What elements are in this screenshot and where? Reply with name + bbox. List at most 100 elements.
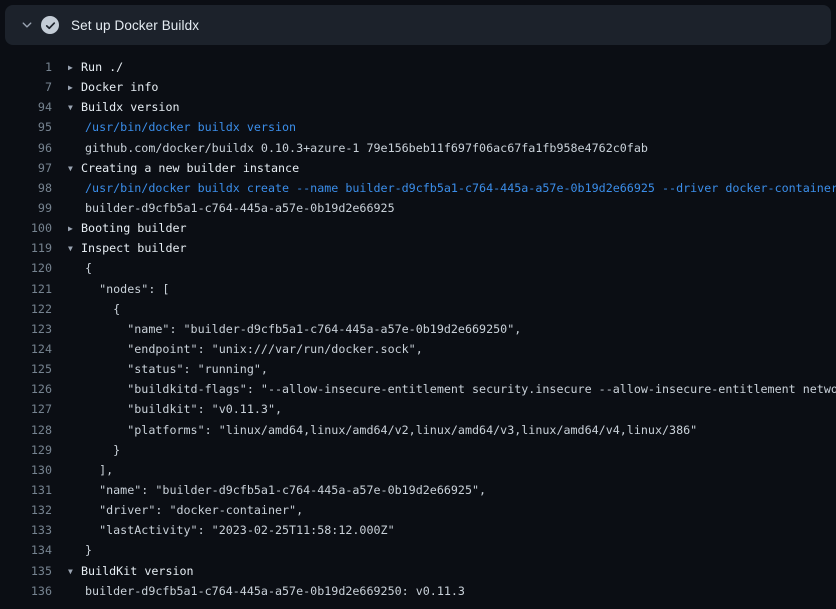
step-title: Set up Docker Buildx	[71, 18, 199, 33]
log-line-text: {	[68, 258, 92, 278]
log-line-text: }	[68, 540, 92, 560]
log-line: 126 "buildkitd-flags": "--allow-insecure…	[0, 379, 836, 399]
log-line-text: "platforms": "linux/amd64,linux/amd64/v2…	[68, 420, 697, 440]
log-line: 1 ▶Run ./	[0, 57, 836, 77]
log-line: 99 builder-d9cfb5a1-c764-445a-a57e-0b19d…	[0, 198, 836, 218]
log-line: 7 ▶Docker info	[0, 77, 836, 97]
log-line: 121 "nodes": [	[0, 279, 836, 299]
log-line: 135 ▼BuildKit version	[0, 561, 836, 581]
line-number-link[interactable]: 7	[0, 77, 52, 97]
line-number-link[interactable]: 122	[0, 299, 52, 319]
log-line: 133 "lastActivity": "2023-02-25T11:58:12…	[0, 520, 836, 540]
chevron-down-icon: ▼	[68, 98, 81, 118]
line-number-link[interactable]: 125	[0, 359, 52, 379]
line-number-link[interactable]: 99	[0, 198, 52, 218]
chevron-down-icon: ▼	[68, 159, 81, 179]
log-group-toggle[interactable]: ▶Booting builder	[68, 218, 187, 238]
log-line: 119 ▼Inspect builder	[0, 238, 836, 258]
log-group-toggle[interactable]: ▼Inspect builder	[68, 238, 187, 258]
chevron-down-icon: ▼	[68, 562, 81, 582]
log-line: 100 ▶Booting builder	[0, 218, 836, 238]
chevron-right-icon: ▶	[68, 58, 81, 78]
chevron-right-icon: ▶	[68, 219, 81, 239]
log-line-text: "buildkit": "v0.11.3",	[68, 399, 282, 419]
log-line: 95 /usr/bin/docker buildx version	[0, 117, 836, 137]
line-number-link[interactable]: 121	[0, 279, 52, 299]
line-number-link[interactable]: 120	[0, 258, 52, 278]
line-number-link[interactable]: 1	[0, 57, 52, 77]
line-number-link[interactable]: 96	[0, 138, 52, 158]
step-header[interactable]: Set up Docker Buildx	[5, 5, 831, 45]
log-group-toggle[interactable]: ▶Run ./	[68, 57, 123, 77]
log-group-toggle[interactable]: ▼Buildx version	[68, 97, 180, 117]
log-line: 128 "platforms": "linux/amd64,linux/amd6…	[0, 420, 836, 440]
line-number-link[interactable]: 98	[0, 178, 52, 198]
log-line: 127 "buildkit": "v0.11.3",	[0, 399, 836, 419]
log-line-text: "name": "builder-d9cfb5a1-c764-445a-a57e…	[68, 319, 521, 339]
log-line: 120 {	[0, 258, 836, 278]
check-circle-icon	[41, 16, 59, 34]
log-line-text: {	[68, 299, 120, 319]
line-number-link[interactable]: 126	[0, 379, 52, 399]
log-line: 97 ▼Creating a new builder instance	[0, 158, 836, 178]
log-line: 94 ▼Buildx version	[0, 97, 836, 117]
log-line: 129 }	[0, 440, 836, 460]
log-line: 130 ],	[0, 460, 836, 480]
log-line: 132 "driver": "docker-container",	[0, 500, 836, 520]
line-number-link[interactable]: 94	[0, 97, 52, 117]
log-group-title: BuildKit version	[81, 564, 194, 578]
log-line-text: }	[68, 440, 120, 460]
line-number-link[interactable]: 132	[0, 500, 52, 520]
log-line-text: "endpoint": "unix:///var/run/docker.sock…	[68, 339, 423, 359]
chevron-right-icon: ▶	[68, 78, 81, 98]
line-number-link[interactable]: 124	[0, 339, 52, 359]
log-line: 122 {	[0, 299, 836, 319]
line-number-link[interactable]: 133	[0, 520, 52, 540]
line-number-link[interactable]: 130	[0, 460, 52, 480]
log-line: 96 github.com/docker/buildx 0.10.3+azure…	[0, 138, 836, 158]
log-line-text: ],	[68, 460, 113, 480]
line-number-link[interactable]: 136	[0, 581, 52, 601]
log-line: 125 "status": "running",	[0, 359, 836, 379]
log-line-text: "name": "builder-d9cfb5a1-c764-445a-a57e…	[68, 480, 486, 500]
log-lines: 1 ▶Run ./ 7 ▶Docker info 94 ▼Buildx vers…	[0, 45, 836, 601]
log-line-text: builder-d9cfb5a1-c764-445a-a57e-0b19d2e6…	[68, 581, 465, 601]
log-group-toggle[interactable]: ▼BuildKit version	[68, 561, 194, 581]
log-line-text: "status": "running",	[68, 359, 268, 379]
log-line-text: "buildkitd-flags": "--allow-insecure-ent…	[68, 379, 836, 399]
log-line: 136 builder-d9cfb5a1-c764-445a-a57e-0b19…	[0, 581, 836, 601]
line-number-link[interactable]: 131	[0, 480, 52, 500]
log-group-toggle[interactable]: ▼Creating a new builder instance	[68, 158, 299, 178]
log-group-title: Docker info	[81, 80, 158, 94]
log-group-title: Buildx version	[81, 100, 180, 114]
log-line-text: builder-d9cfb5a1-c764-445a-a57e-0b19d2e6…	[68, 198, 395, 218]
line-number-link[interactable]: 128	[0, 420, 52, 440]
log-group-title: Booting builder	[81, 221, 187, 235]
log-group-title: Creating a new builder instance	[81, 161, 299, 175]
line-number-link[interactable]: 127	[0, 399, 52, 419]
log-group-title: Inspect builder	[81, 241, 187, 255]
log-line: 131 "name": "builder-d9cfb5a1-c764-445a-…	[0, 480, 836, 500]
log-line: 134 }	[0, 540, 836, 560]
log-line-text: /usr/bin/docker buildx version	[68, 117, 296, 137]
line-number-link[interactable]: 95	[0, 117, 52, 137]
log-line: 123 "name": "builder-d9cfb5a1-c764-445a-…	[0, 319, 836, 339]
line-number-link[interactable]: 134	[0, 540, 52, 560]
line-number-link[interactable]: 119	[0, 238, 52, 258]
log-line-text: "nodes": [	[68, 279, 169, 299]
log-line: 124 "endpoint": "unix:///var/run/docker.…	[0, 339, 836, 359]
log-group-title: Run ./	[81, 60, 123, 74]
log-line: 98 /usr/bin/docker buildx create --name …	[0, 178, 836, 198]
line-number-link[interactable]: 129	[0, 440, 52, 460]
line-number-link[interactable]: 135	[0, 561, 52, 581]
chevron-down-icon[interactable]	[20, 18, 34, 32]
log-group-toggle[interactable]: ▶Docker info	[68, 77, 158, 97]
log-line-text: "driver": "docker-container",	[68, 500, 303, 520]
log-line-text: /usr/bin/docker buildx create --name bui…	[68, 178, 836, 198]
line-number-link[interactable]: 123	[0, 319, 52, 339]
log-line-text: "lastActivity": "2023-02-25T11:58:12.000…	[68, 520, 395, 540]
chevron-down-icon: ▼	[68, 239, 81, 259]
line-number-link[interactable]: 100	[0, 218, 52, 238]
log-line-text: github.com/docker/buildx 0.10.3+azure-1 …	[68, 138, 648, 158]
line-number-link[interactable]: 97	[0, 158, 52, 178]
